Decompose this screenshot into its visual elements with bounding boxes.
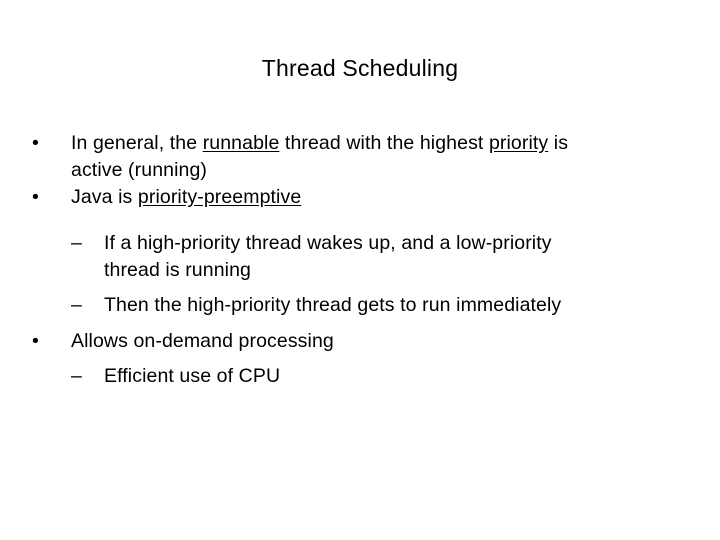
text-segment: In general, the (71, 132, 203, 154)
bullet-1-line-2: active (running) (71, 159, 207, 181)
sub-bullet-1-line-2: thread is running (104, 259, 251, 281)
slide-title: Thread Scheduling (261, 55, 459, 81)
text-segment: Java is (71, 186, 138, 208)
sub-bullet-marker: – (71, 294, 82, 316)
sub-bullet-3-line-1: Efficient use of CPU (104, 365, 281, 387)
bullet-3-line-1: Allows on-demand processing (71, 330, 334, 352)
text-segment: is (548, 132, 569, 154)
slide: Thread Scheduling • In general, the runn… (0, 0, 720, 540)
underlined-term-priority: priority (488, 132, 549, 154)
underlined-term-runnable: runnable (202, 132, 280, 154)
bullet-marker: • (32, 132, 39, 154)
sub-bullet-1-line-1: If a high-priority thread wakes up, and … (104, 232, 552, 254)
sub-bullet-marker: – (71, 365, 82, 387)
sub-bullet-2-line-1: Then the high-priority thread gets to ru… (104, 294, 562, 316)
text-segment: thread with the highest (279, 132, 489, 154)
bullet-marker: • (32, 330, 39, 352)
bullet-marker: • (32, 186, 39, 208)
sub-bullet-marker: – (71, 232, 82, 254)
underlined-term-priority-preemptive: priority-preemptive (137, 186, 302, 208)
bullet-2-line-1: Java is priority-preemptive (71, 184, 301, 211)
bullet-1-line-1: In general, the runnable thread with the… (71, 130, 568, 157)
